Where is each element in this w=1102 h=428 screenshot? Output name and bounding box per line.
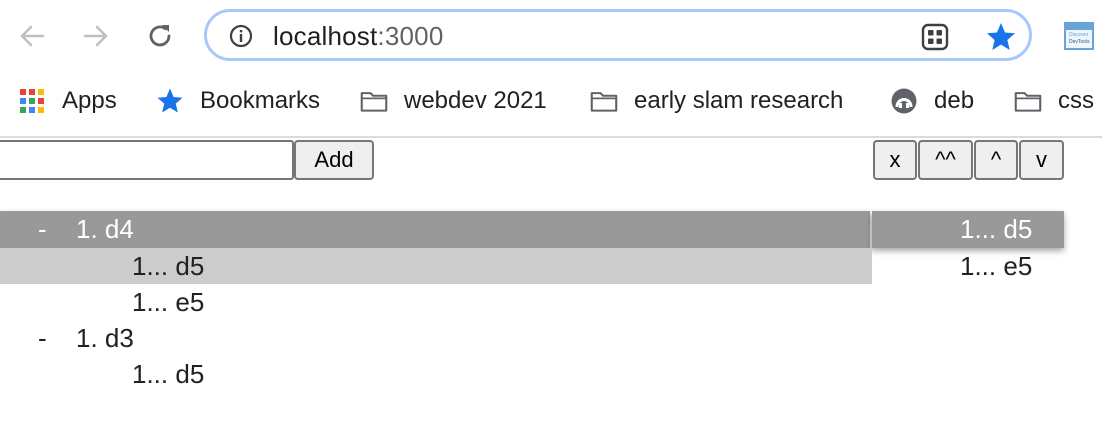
move-text: 1... e5: [960, 251, 1033, 281]
tree-row[interactable]: - 1. d3: [0, 323, 870, 357]
bookmark-css[interactable]: css: [1014, 86, 1094, 116]
move-top-button[interactable]: ^^: [918, 140, 973, 180]
move-up-button[interactable]: ^: [974, 140, 1018, 180]
devtools-extension-icon[interactable]: Discover DevTools: [1064, 22, 1094, 50]
forward-arrow-icon: [83, 25, 108, 47]
move-text: 1... e5: [132, 287, 205, 317]
side-item[interactable]: 1... e5: [960, 251, 1032, 282]
move-down-button[interactable]: v: [1019, 140, 1064, 180]
move-text: 1... d5: [132, 251, 205, 281]
tree-row[interactable]: 1... d5: [0, 251, 870, 285]
bookmark-early-slam-research[interactable]: early slam research: [590, 86, 843, 116]
bookmark-deb[interactable]: deb: [890, 86, 974, 116]
folder-icon: [590, 92, 618, 112]
address-bar[interactable]: localhost:3000: [204, 9, 1032, 61]
bookmark-apps[interactable]: Apps: [18, 86, 117, 116]
apps-grid-icon: [20, 89, 44, 113]
debian-icon: [891, 88, 917, 114]
bookmarks-bar: Apps Bookmarks webdev 2021 early slam re…: [0, 74, 1102, 138]
side-item[interactable]: 1... d5: [960, 214, 1032, 245]
bookmark-bookmarks[interactable]: Bookmarks: [156, 86, 320, 116]
reload-button[interactable]: [142, 18, 178, 54]
folder-icon: [1014, 92, 1042, 112]
url-port: :3000: [377, 21, 444, 51]
move-text: 1... d5: [960, 214, 1033, 244]
bookmark-label: deb: [934, 87, 975, 114]
extension-text-top: Discover: [1069, 32, 1089, 38]
bookmark-label: css: [1058, 87, 1094, 114]
url-host: localhost: [273, 21, 378, 51]
delete-button[interactable]: x: [873, 140, 917, 180]
move-input[interactable]: [0, 140, 294, 180]
back-arrow-icon: [20, 25, 45, 47]
page-content: Add x ^^ ^ v - 1. d4 1... d5 1... e5 - 1…: [0, 138, 1102, 428]
back-button[interactable]: [14, 18, 50, 54]
browser-toolbar: localhost:3000 Discover DevTools: [0, 0, 1102, 74]
site-info-icon[interactable]: [229, 24, 253, 48]
bookmark-star-icon[interactable]: [985, 21, 1017, 53]
move-text: 1. d4: [76, 214, 134, 244]
bookmark-label: webdev 2021: [404, 87, 547, 114]
forward-button[interactable]: [78, 18, 114, 54]
add-button[interactable]: Add: [294, 140, 374, 180]
bookmark-label: Bookmarks: [200, 87, 321, 114]
tree-row[interactable]: - 1. d4: [0, 214, 870, 248]
star-icon: [157, 88, 183, 113]
bookmark-webdev-2021[interactable]: webdev 2021: [360, 86, 547, 116]
extension-text-bottom: DevTools: [1069, 39, 1090, 45]
move-text: 1. d3: [76, 323, 134, 353]
bookmark-label: early slam research: [634, 87, 844, 114]
reload-icon: [149, 25, 171, 47]
folder-icon: [360, 92, 388, 112]
collapse-dash[interactable]: -: [38, 214, 47, 245]
collapse-dash[interactable]: -: [38, 323, 47, 354]
bookmark-label: Apps: [62, 87, 117, 114]
move-text: 1... d5: [132, 359, 205, 389]
tree-row[interactable]: 1... d5: [0, 359, 870, 393]
tree-row[interactable]: 1... e5: [0, 287, 870, 321]
url-text: localhost:3000: [273, 21, 444, 52]
qr-code-icon[interactable]: [921, 23, 949, 51]
